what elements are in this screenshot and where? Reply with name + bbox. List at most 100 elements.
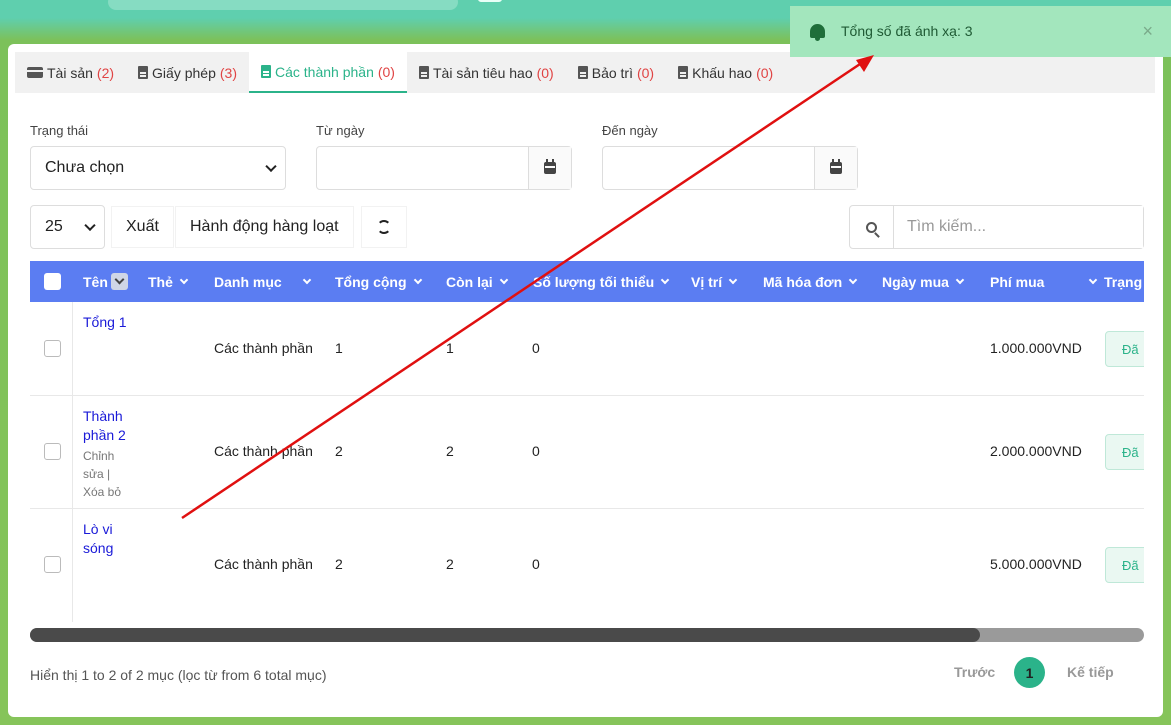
previous-page-button[interactable]: Trước (954, 664, 995, 680)
tab-components[interactable]: Các thành phần (0) (249, 52, 407, 93)
min-qty-cell: 0 (532, 556, 540, 572)
column-label: Vị trí (691, 273, 723, 290)
row-checkbox[interactable] (44, 443, 61, 460)
table-row: Thành phần 2 Chỉnh sửa | Xóa bỏ Các thàn… (30, 396, 1144, 509)
file-icon (418, 66, 429, 79)
status-badge: Đã (1105, 331, 1144, 367)
column-header-category[interactable]: Danh mục (214, 261, 311, 302)
tab-count: (3) (219, 64, 237, 81)
item-name-link[interactable]: Tổng 1 (83, 313, 163, 332)
category-cell: Các thành phần (214, 340, 313, 356)
tab-depreciation[interactable]: Khấu hao (0) (666, 52, 785, 93)
min-qty-cell: 0 (532, 340, 540, 356)
total-cell: 1 (335, 340, 343, 356)
status-badge: Đã (1105, 434, 1144, 470)
toast-notification: Tổng số đã ánh xạ: 3 × (790, 6, 1171, 57)
column-label: Ngày mua (882, 273, 949, 290)
search-input[interactable] (895, 206, 1143, 248)
chevron-down-icon (848, 275, 858, 284)
row-checkbox[interactable] (44, 556, 61, 573)
remaining-cell: 2 (446, 556, 454, 572)
refresh-button[interactable] (361, 206, 407, 248)
file-icon (577, 66, 588, 79)
select-all-checkbox[interactable] (44, 273, 61, 290)
tab-label: Tài sản tiêu hao (432, 64, 533, 81)
category-cell: Các thành phần (214, 443, 313, 459)
column-label: Còn lại (446, 273, 493, 290)
column-header-total[interactable]: Tổng cộng (335, 261, 422, 302)
tab-assets[interactable]: Tài sản (2) (15, 52, 126, 93)
file-icon (138, 66, 149, 79)
toast-message: Tổng số đã ánh xạ: 3 (841, 23, 973, 39)
main-card: Tài sản (2) Giấy phép (3) Các thành phần… (8, 44, 1163, 717)
column-label: Trạng (1104, 273, 1143, 290)
column-header-cost[interactable]: Phí mua (990, 261, 1098, 302)
export-button[interactable]: Xuất (111, 206, 174, 248)
column-label: Thẻ (148, 273, 173, 290)
search-button[interactable] (850, 206, 894, 248)
item-name-link[interactable]: Lò vi sóng (83, 520, 143, 558)
cost-cell: 5.000.000VND (990, 556, 1082, 572)
bulk-actions-button[interactable]: Hành động hàng loạt (175, 206, 354, 248)
close-icon[interactable]: × (1142, 21, 1153, 42)
calendar-icon (544, 159, 556, 174)
next-page-button[interactable]: Kế tiếp (1067, 664, 1114, 680)
column-label: Tên (83, 273, 108, 290)
page-size-select[interactable]: 25 (30, 205, 105, 249)
column-header-invoice[interactable]: Mã hóa đơn (763, 261, 858, 302)
chevron-down-icon (955, 275, 965, 284)
row-actions[interactable]: Chỉnh sửa | Xóa bỏ (83, 447, 133, 501)
chevron-down-icon (499, 275, 508, 284)
sort-dropdown-icon[interactable] (110, 273, 128, 290)
top-search-bar[interactable] (108, 0, 458, 10)
file-icon (261, 65, 271, 78)
chevron-down-icon (302, 275, 311, 284)
search-box (849, 205, 1144, 249)
cost-cell: 1.000.000VND (990, 340, 1082, 356)
status-value: Chưa chọn (45, 159, 125, 176)
tab-count: (0) (536, 64, 554, 81)
to-date-calendar-button[interactable] (814, 147, 857, 189)
from-date-calendar-button[interactable] (528, 147, 571, 189)
chevron-down-icon (1089, 275, 1098, 284)
chevron-down-icon (265, 160, 277, 173)
tab-count: (2) (96, 64, 115, 81)
column-header-name[interactable]: Tên (83, 261, 128, 302)
table-row: Tổng 1 Các thành phần 1 1 0 1.000.000VND… (30, 302, 1144, 396)
horizontal-scrollbar[interactable] (30, 628, 1144, 642)
to-date-input[interactable] (602, 146, 858, 190)
chevron-down-icon (660, 275, 670, 284)
status-select[interactable]: Chưa chọn (30, 146, 286, 190)
bell-icon (810, 24, 825, 41)
remaining-cell: 1 (446, 340, 454, 356)
column-header-purchase-date[interactable]: Ngày mua (882, 261, 965, 302)
item-name-link[interactable]: Thành phần 2 (83, 407, 143, 445)
from-date-input[interactable] (316, 146, 572, 190)
top-icon[interactable] (478, 0, 502, 2)
tab-label: Khấu hao (692, 64, 753, 81)
row-checkbox[interactable] (44, 340, 61, 357)
min-qty-cell: 0 (532, 443, 540, 459)
page-number-button[interactable]: 1 (1014, 657, 1045, 688)
column-header-remaining[interactable]: Còn lại (446, 261, 508, 302)
calendar-icon (830, 159, 842, 174)
table-header: Tên Thẻ Danh mục Tổng cộng Còn lại Số lư… (30, 261, 1144, 302)
column-label: Tổng cộng (335, 273, 407, 290)
tab-count: (0) (636, 64, 655, 81)
scrollbar-thumb[interactable] (30, 628, 980, 642)
tab-maintenance[interactable]: Bảo trì (0) (566, 52, 666, 93)
tab-consumables[interactable]: Tài sản tiêu hao (0) (407, 52, 566, 93)
column-label: Danh mục (214, 273, 282, 290)
file-icon (678, 66, 689, 79)
cost-cell: 2.000.000VND (990, 443, 1082, 459)
column-label: Số lượng tối thiểu (533, 273, 655, 290)
status-label: Trạng thái (30, 123, 89, 138)
column-header-location[interactable]: Vị trí (691, 261, 738, 302)
tab-licenses[interactable]: Giấy phép (3) (126, 52, 249, 93)
chevron-down-icon (413, 275, 422, 284)
tab-label: Bảo trì (591, 64, 633, 81)
column-header-status[interactable]: Trạng (1104, 261, 1142, 302)
column-header-tag[interactable]: Thẻ (148, 261, 189, 302)
tab-count: (0) (756, 64, 774, 81)
column-header-min-qty[interactable]: Số lượng tối thiểu (533, 261, 670, 302)
